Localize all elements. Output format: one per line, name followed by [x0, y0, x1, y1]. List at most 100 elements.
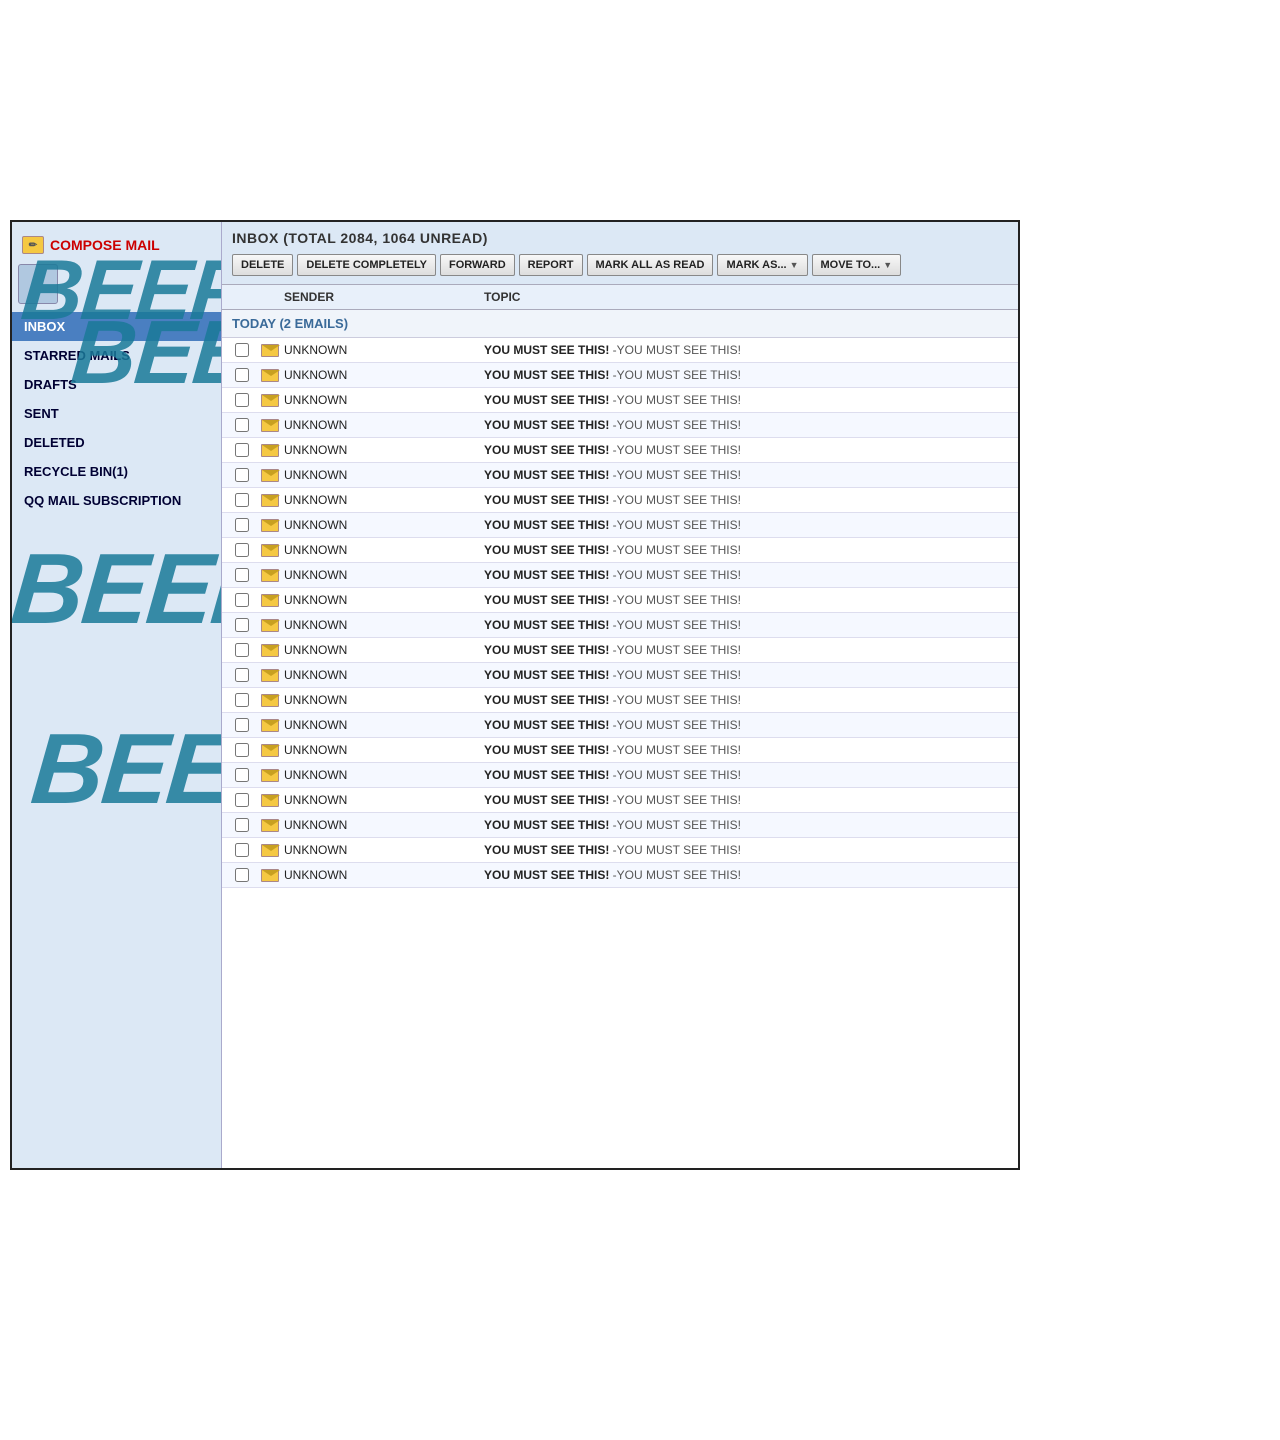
email-icon-cell — [256, 669, 284, 682]
email-icon-cell — [256, 719, 284, 732]
email-row[interactable]: UNKNOWNYOU MUST SEE THIS! -YOU MUST SEE … — [222, 613, 1018, 638]
email-topic: YOU MUST SEE THIS! -YOU MUST SEE THIS! — [484, 468, 1012, 482]
email-row[interactable]: UNKNOWNYOU MUST SEE THIS! -YOU MUST SEE … — [222, 763, 1018, 788]
email-topic-rest: -YOU MUST SEE THIS! — [609, 443, 741, 457]
toolbar-btn-mark-all-read[interactable]: MARK ALL AS READ — [587, 254, 714, 276]
email-topic: YOU MUST SEE THIS! -YOU MUST SEE THIS! — [484, 618, 1012, 632]
email-checkbox-cell — [228, 518, 256, 532]
email-checkbox[interactable] — [235, 543, 249, 557]
email-topic-rest: -YOU MUST SEE THIS! — [609, 343, 741, 357]
email-row[interactable]: UNKNOWNYOU MUST SEE THIS! -YOU MUST SEE … — [222, 463, 1018, 488]
email-checkbox-cell — [228, 793, 256, 807]
email-checkbox[interactable] — [235, 518, 249, 532]
sidebar-item-sent[interactable]: SENT — [12, 399, 221, 428]
mail-icon — [261, 494, 279, 507]
mail-icon — [261, 569, 279, 582]
email-row[interactable]: UNKNOWNYOU MUST SEE THIS! -YOU MUST SEE … — [222, 388, 1018, 413]
email-icon-cell — [256, 569, 284, 582]
mail-icon — [261, 394, 279, 407]
sidebar-item-drafts[interactable]: DRAFTS — [12, 370, 221, 399]
email-sender: UNKNOWN — [284, 518, 484, 532]
email-checkbox[interactable] — [235, 843, 249, 857]
email-checkbox[interactable] — [235, 718, 249, 732]
inbox-title: INBOX (TOTAL 2084, 1064 UNREAD) — [232, 230, 1008, 246]
email-checkbox[interactable] — [235, 343, 249, 357]
email-checkbox[interactable] — [235, 443, 249, 457]
email-checkbox[interactable] — [235, 368, 249, 382]
email-topic: YOU MUST SEE THIS! -YOU MUST SEE THIS! — [484, 393, 1012, 407]
sidebar-item-starred[interactable]: STARRED MAILS — [12, 341, 221, 370]
email-topic: YOU MUST SEE THIS! -YOU MUST SEE THIS! — [484, 768, 1012, 782]
email-sender: UNKNOWN — [284, 593, 484, 607]
email-topic-rest: -YOU MUST SEE THIS! — [609, 543, 741, 557]
email-checkbox-cell — [228, 418, 256, 432]
email-checkbox[interactable] — [235, 593, 249, 607]
toolbar-btn-forward[interactable]: FORWARD — [440, 254, 515, 276]
email-row[interactable]: UNKNOWNYOU MUST SEE THIS! -YOU MUST SEE … — [222, 863, 1018, 888]
email-checkbox[interactable] — [235, 743, 249, 757]
email-row[interactable]: UNKNOWNYOU MUST SEE THIS! -YOU MUST SEE … — [222, 713, 1018, 738]
email-row[interactable]: UNKNOWNYOU MUST SEE THIS! -YOU MUST SEE … — [222, 363, 1018, 388]
email-checkbox[interactable] — [235, 493, 249, 507]
email-checkbox[interactable] — [235, 668, 249, 682]
email-row[interactable]: UNKNOWNYOU MUST SEE THIS! -YOU MUST SEE … — [222, 513, 1018, 538]
email-checkbox[interactable] — [235, 768, 249, 782]
email-checkbox[interactable] — [235, 793, 249, 807]
email-topic-bold: YOU MUST SEE THIS! — [484, 818, 609, 832]
email-checkbox[interactable] — [235, 693, 249, 707]
dropdown-arrow: ▼ — [883, 260, 892, 270]
email-topic-bold: YOU MUST SEE THIS! — [484, 793, 609, 807]
email-topic-bold: YOU MUST SEE THIS! — [484, 718, 609, 732]
email-checkbox[interactable] — [235, 418, 249, 432]
sidebar-item-qq[interactable]: QQ MAIL SUBSCRIPTION — [12, 486, 221, 515]
email-row[interactable]: UNKNOWNYOU MUST SEE THIS! -YOU MUST SEE … — [222, 588, 1018, 613]
email-topic: YOU MUST SEE THIS! -YOU MUST SEE THIS! — [484, 493, 1012, 507]
email-topic-bold: YOU MUST SEE THIS! — [484, 343, 609, 357]
email-topic-rest: -YOU MUST SEE THIS! — [609, 518, 741, 532]
email-checkbox[interactable] — [235, 568, 249, 582]
email-row[interactable]: UNKNOWNYOU MUST SEE THIS! -YOU MUST SEE … — [222, 563, 1018, 588]
email-row[interactable]: UNKNOWNYOU MUST SEE THIS! -YOU MUST SEE … — [222, 688, 1018, 713]
toolbar-btn-move-to[interactable]: MOVE TO... ▼ — [812, 254, 902, 276]
sidebar-item-recycle[interactable]: RECYCLE BIN(1) — [12, 457, 221, 486]
mail-icon — [261, 794, 279, 807]
toolbar-btn-delete-completely[interactable]: DELETE COMPLETELY — [297, 254, 436, 276]
email-checkbox[interactable] — [235, 393, 249, 407]
email-row[interactable]: UNKNOWNYOU MUST SEE THIS! -YOU MUST SEE … — [222, 813, 1018, 838]
email-row[interactable]: UNKNOWNYOU MUST SEE THIS! -YOU MUST SEE … — [222, 738, 1018, 763]
email-sender: UNKNOWN — [284, 443, 484, 457]
mail-icon — [261, 419, 279, 432]
email-checkbox[interactable] — [235, 468, 249, 482]
email-checkbox[interactable] — [235, 618, 249, 632]
beep-watermark-4: BEEP — [27, 712, 221, 827]
email-row[interactable]: UNKNOWNYOU MUST SEE THIS! -YOU MUST SEE … — [222, 413, 1018, 438]
email-row[interactable]: UNKNOWNYOU MUST SEE THIS! -YOU MUST SEE … — [222, 663, 1018, 688]
mail-icon — [261, 444, 279, 457]
toolbar-btn-mark-as[interactable]: MARK AS... ▼ — [717, 254, 807, 276]
email-checkbox[interactable] — [235, 818, 249, 832]
email-topic-rest: -YOU MUST SEE THIS! — [609, 843, 741, 857]
email-checkbox-cell — [228, 868, 256, 882]
email-icon-cell — [256, 419, 284, 432]
sidebar-item-deleted[interactable]: DELETED — [12, 428, 221, 457]
email-checkbox-cell — [228, 618, 256, 632]
toolbar-btn-report[interactable]: REPORT — [519, 254, 583, 276]
email-checkbox[interactable] — [235, 868, 249, 882]
email-row[interactable]: UNKNOWNYOU MUST SEE THIS! -YOU MUST SEE … — [222, 488, 1018, 513]
nav-menu: INBOXSTARRED MAILSDRAFTSSENTDELETEDRECYC… — [12, 312, 221, 515]
email-row[interactable]: UNKNOWNYOU MUST SEE THIS! -YOU MUST SEE … — [222, 788, 1018, 813]
email-row[interactable]: UNKNOWNYOU MUST SEE THIS! -YOU MUST SEE … — [222, 438, 1018, 463]
email-row[interactable]: UNKNOWNYOU MUST SEE THIS! -YOU MUST SEE … — [222, 838, 1018, 863]
mail-icon — [261, 694, 279, 707]
email-row[interactable]: UNKNOWNYOU MUST SEE THIS! -YOU MUST SEE … — [222, 638, 1018, 663]
toolbar-btn-delete[interactable]: DELETE — [232, 254, 293, 276]
email-topic-rest: -YOU MUST SEE THIS! — [609, 718, 741, 732]
email-topic-rest: -YOU MUST SEE THIS! — [609, 493, 741, 507]
email-row[interactable]: UNKNOWNYOU MUST SEE THIS! -YOU MUST SEE … — [222, 538, 1018, 563]
email-checkbox[interactable] — [235, 643, 249, 657]
email-row[interactable]: UNKNOWNYOU MUST SEE THIS! -YOU MUST SEE … — [222, 338, 1018, 363]
email-checkbox-cell — [228, 543, 256, 557]
sidebar-item-inbox[interactable]: INBOX — [12, 312, 221, 341]
mail-icon — [261, 744, 279, 757]
compose-button[interactable]: ✏ COMPOSE MAIL — [12, 230, 221, 260]
